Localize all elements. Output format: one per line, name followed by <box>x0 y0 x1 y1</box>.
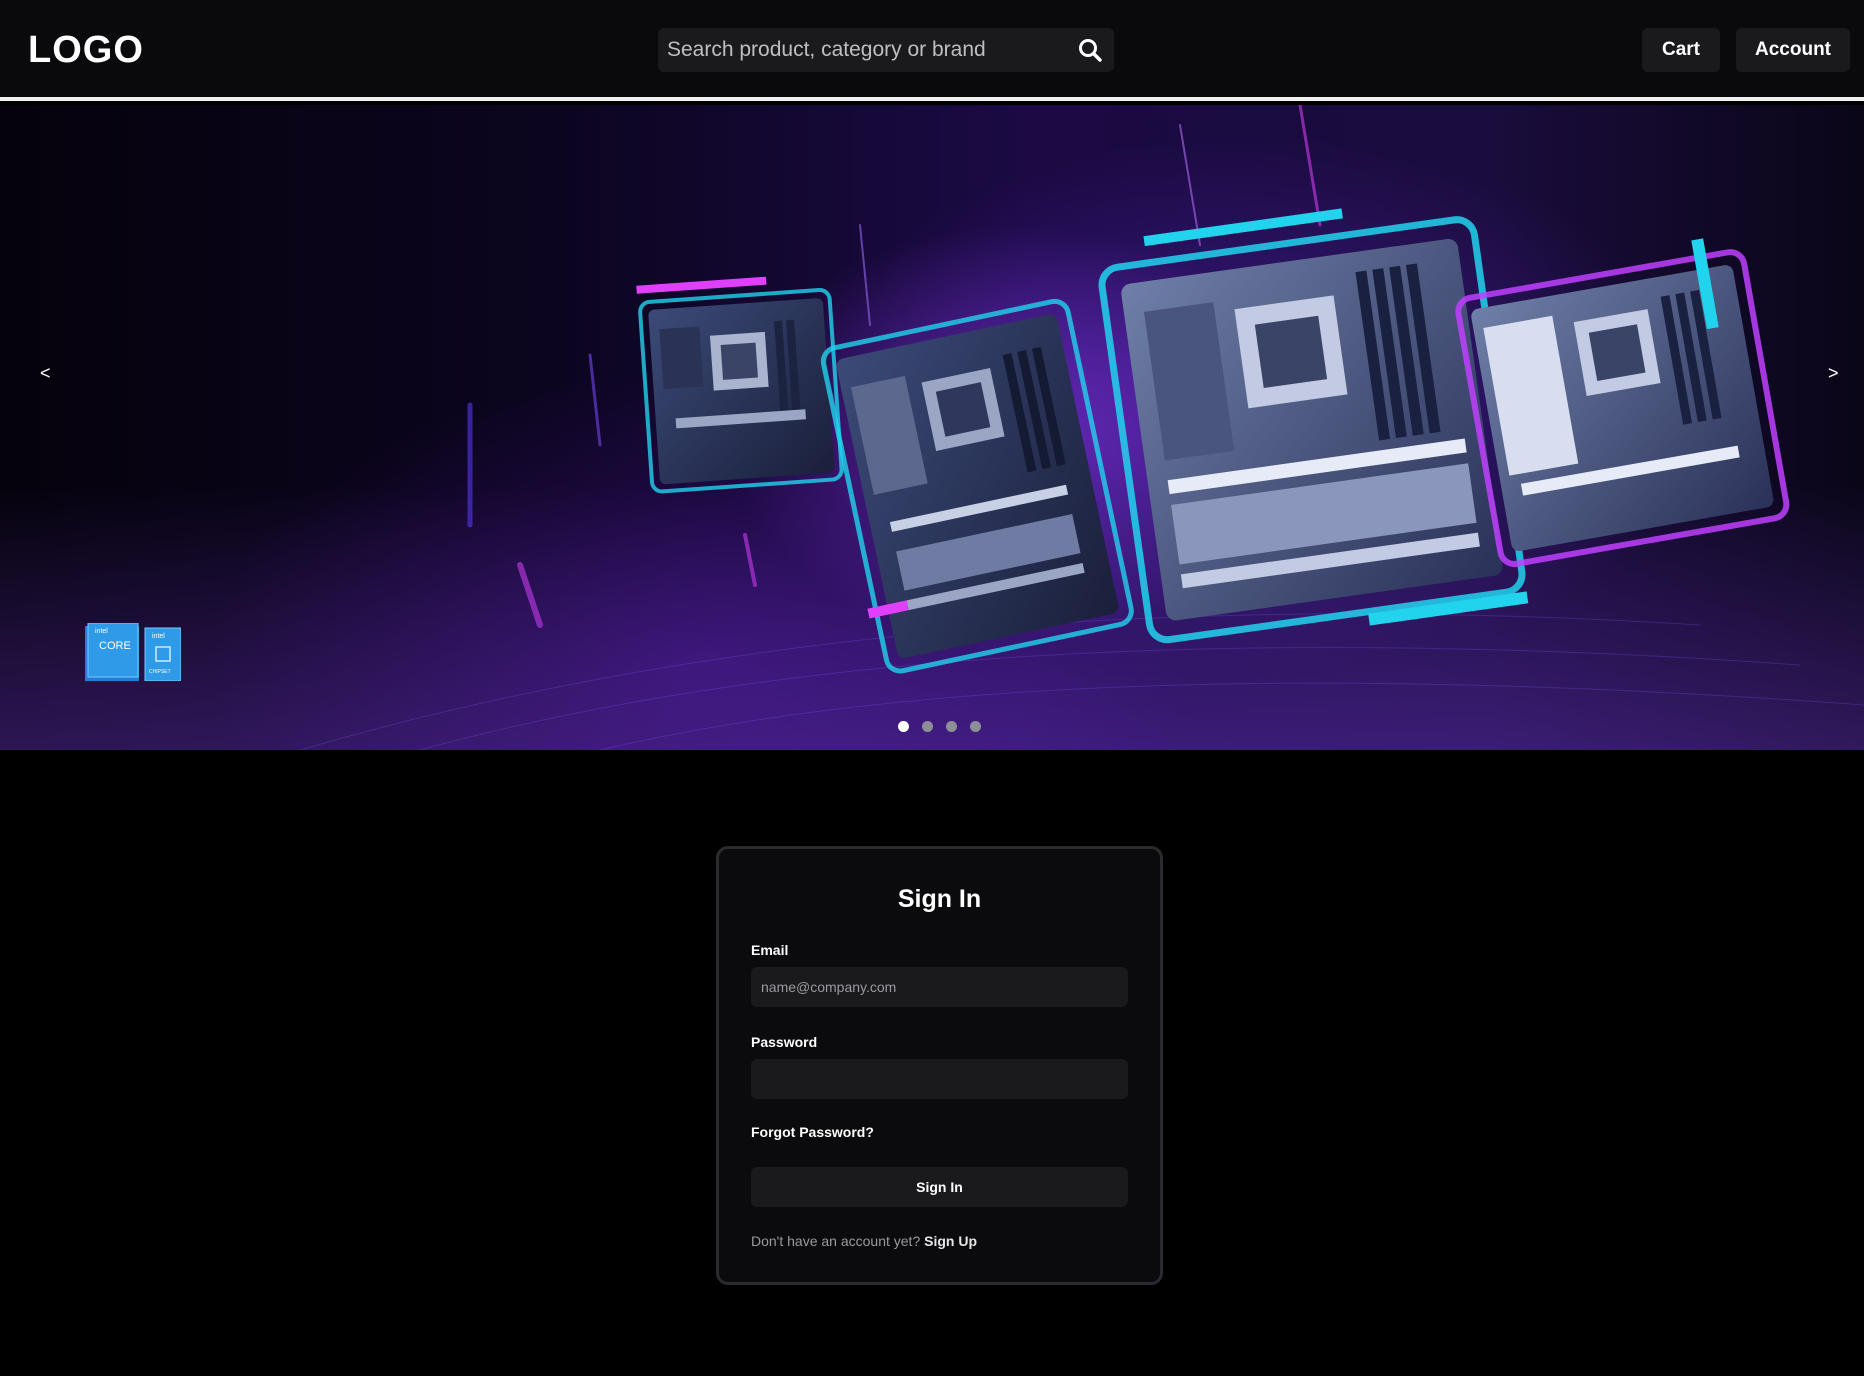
email-label: Email <box>751 942 789 958</box>
svg-text:CORE: CORE <box>99 640 131 652</box>
carousel-next-button[interactable]: > <box>1828 363 1839 384</box>
forgot-password-link[interactable]: Forgot Password? <box>751 1124 874 1140</box>
signin-button[interactable]: Sign In <box>751 1167 1128 1207</box>
hero-carousel: < > intel CORE intel CHIPSET <box>0 105 1864 750</box>
signup-prompt: Don't have an account yet? Sign Up <box>751 1233 977 1249</box>
svg-text:CHIPSET: CHIPSET <box>149 669 171 675</box>
carousel-pagination <box>898 721 981 732</box>
signup-link[interactable]: Sign Up <box>924 1233 977 1249</box>
email-field[interactable] <box>751 967 1128 1007</box>
svg-text:intel: intel <box>95 628 108 635</box>
hero-banner-image <box>0 105 1864 750</box>
account-button[interactable]: Account <box>1736 28 1850 72</box>
carousel-dot-2[interactable] <box>922 721 933 732</box>
password-field[interactable] <box>751 1059 1128 1099</box>
search-bar <box>658 28 1114 72</box>
search-input[interactable] <box>658 28 1058 72</box>
carousel-dot-3[interactable] <box>946 721 957 732</box>
search-icon[interactable] <box>1076 36 1104 64</box>
carousel-prev-button[interactable]: < <box>40 363 51 384</box>
password-label: Password <box>751 1034 818 1050</box>
intel-badges-logo: intel CORE intel CHIPSET <box>85 623 181 681</box>
site-logo[interactable]: LOGO <box>28 29 144 72</box>
cart-button[interactable]: Cart <box>1642 28 1720 72</box>
svg-text:intel: intel <box>152 633 165 640</box>
carousel-dot-1[interactable] <box>898 721 909 732</box>
signin-title: Sign In <box>897 885 982 913</box>
carousel-dot-4[interactable] <box>970 721 981 732</box>
signin-card: Sign In Email Password Forgot Password? … <box>716 846 1163 1285</box>
site-header: LOGO Cart Account <box>0 0 1864 101</box>
signup-prompt-text: Don't have an account yet? <box>751 1233 921 1249</box>
